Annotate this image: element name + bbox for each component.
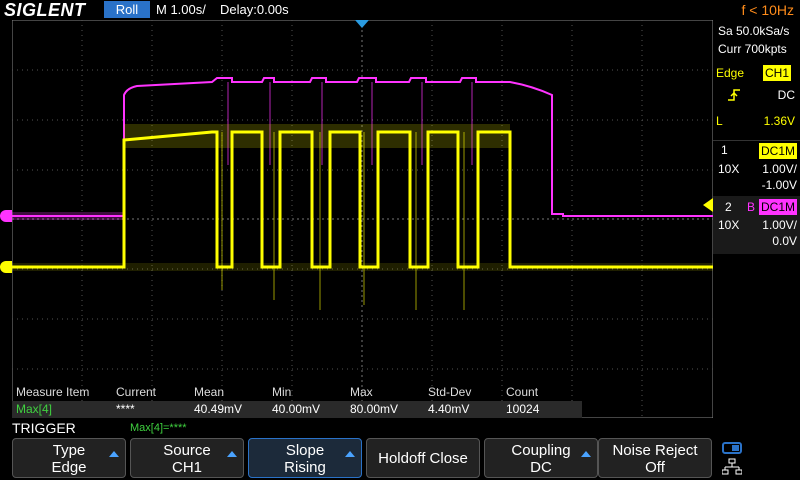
trigger-coupling-button-value: DC [530, 459, 552, 476]
trigger-level: 1.36V [763, 114, 795, 128]
ch1-offset: -1.00V [761, 178, 797, 192]
waveform-display[interactable] [12, 20, 713, 418]
measure-item-name: Max[4] [16, 402, 53, 416]
measure-header-min: Min [272, 385, 292, 399]
ch2-offset: 0.0V [772, 234, 797, 248]
toggle-switch-icon[interactable] [722, 442, 742, 454]
measure-mean: 40.49mV [194, 402, 243, 416]
chevron-up-icon [581, 451, 591, 457]
measure-header-count: Count [506, 385, 539, 399]
ch2-probe: 10X [718, 218, 740, 232]
measure-count: 10024 [506, 402, 540, 416]
frequency-counter: f < 10Hz [741, 2, 794, 18]
ch2-bandwidth-limit: B [747, 200, 756, 214]
measure-current: **** [116, 402, 135, 416]
roll-mode-badge[interactable]: Roll [104, 1, 150, 18]
trigger-source-button[interactable]: Source CH1 [130, 438, 244, 478]
trigger-level-label: L [716, 114, 723, 128]
delay-readout[interactable]: Delay:0.00s [220, 0, 289, 20]
noise-reject-button-label: Noise Reject [612, 442, 698, 459]
noise-reject-button[interactable]: Noise Reject Off [598, 438, 712, 478]
trigger-type: Edge [716, 66, 745, 80]
measure-stddev: 4.40mV [428, 402, 470, 416]
acquire-info-panel: Sa 50.0kSa/s Curr 700kpts [713, 20, 800, 63]
measure-header-stddev: Std-Dev [428, 385, 472, 399]
network-icon [722, 458, 742, 475]
measure-header-current: Current [116, 385, 157, 399]
measure-max: 80.00mV [350, 402, 399, 416]
chevron-up-icon [109, 451, 119, 457]
chevron-up-icon [345, 451, 355, 457]
rising-edge-icon [728, 89, 740, 101]
measure-header-max: Max [350, 385, 373, 399]
trigger-coupling-button[interactable]: Coupling DC [484, 438, 598, 478]
trigger-slope-button-value: Rising [284, 459, 326, 476]
trigger-source-button-value: CH1 [171, 459, 202, 476]
menu-title: TRIGGER [12, 420, 76, 436]
holdoff-button[interactable]: Holdoff Close [366, 438, 480, 478]
sample-rate: Sa 50.0kSa/s [718, 24, 790, 38]
ch1-number: 1 [721, 143, 728, 157]
ch1-probe: 10X [718, 162, 740, 176]
ch1-coupling-tag: DC1M [759, 143, 798, 159]
chevron-up-icon [227, 451, 237, 457]
trigger-info-panel[interactable]: Edge CH1 DC L 1.36V [713, 62, 800, 141]
ch2-coupling-tag: DC1M [759, 199, 798, 215]
measure-min: 40.00mV [272, 402, 321, 416]
siglent-logo: SIGLENT [4, 0, 86, 20]
ch2-scale: 1.00V/ [762, 218, 797, 232]
measurement-table: Measure Item Current Mean Min Max Std-De… [12, 385, 582, 418]
ch2-info-panel[interactable]: 2 B DC1M 10X 1.00V/ 0.0V [713, 196, 800, 254]
ch1-info-panel[interactable]: 1 DC1M 10X 1.00V/ -1.00V [713, 140, 800, 196]
ch1-offset-marker[interactable] [0, 261, 12, 273]
trigger-coupling: DC [777, 88, 795, 102]
measure-header-mean: Mean [194, 385, 225, 399]
holdoff-button-label: Holdoff Close [378, 450, 468, 467]
timebase-readout[interactable]: M 1.00s/ [156, 0, 206, 20]
measure-header-item: Measure Item [16, 385, 90, 399]
trigger-level-marker[interactable] [703, 198, 713, 212]
trigger-type-button[interactable]: Type Edge [12, 438, 126, 478]
ch2-number: 2 [725, 200, 732, 214]
noise-reject-button-value: Off [645, 459, 665, 476]
trigger-source-tag: CH1 [763, 65, 792, 81]
trigger-slope-button[interactable]: Slope Rising [248, 438, 362, 478]
memory-depth: Curr 700kpts [718, 42, 787, 56]
measure-status-line: Max[4]=**** [130, 422, 187, 434]
trigger-type-button-value: Edge [51, 459, 87, 476]
ch2-offset-marker[interactable] [0, 210, 12, 222]
ch1-scale: 1.00V/ [762, 162, 797, 176]
